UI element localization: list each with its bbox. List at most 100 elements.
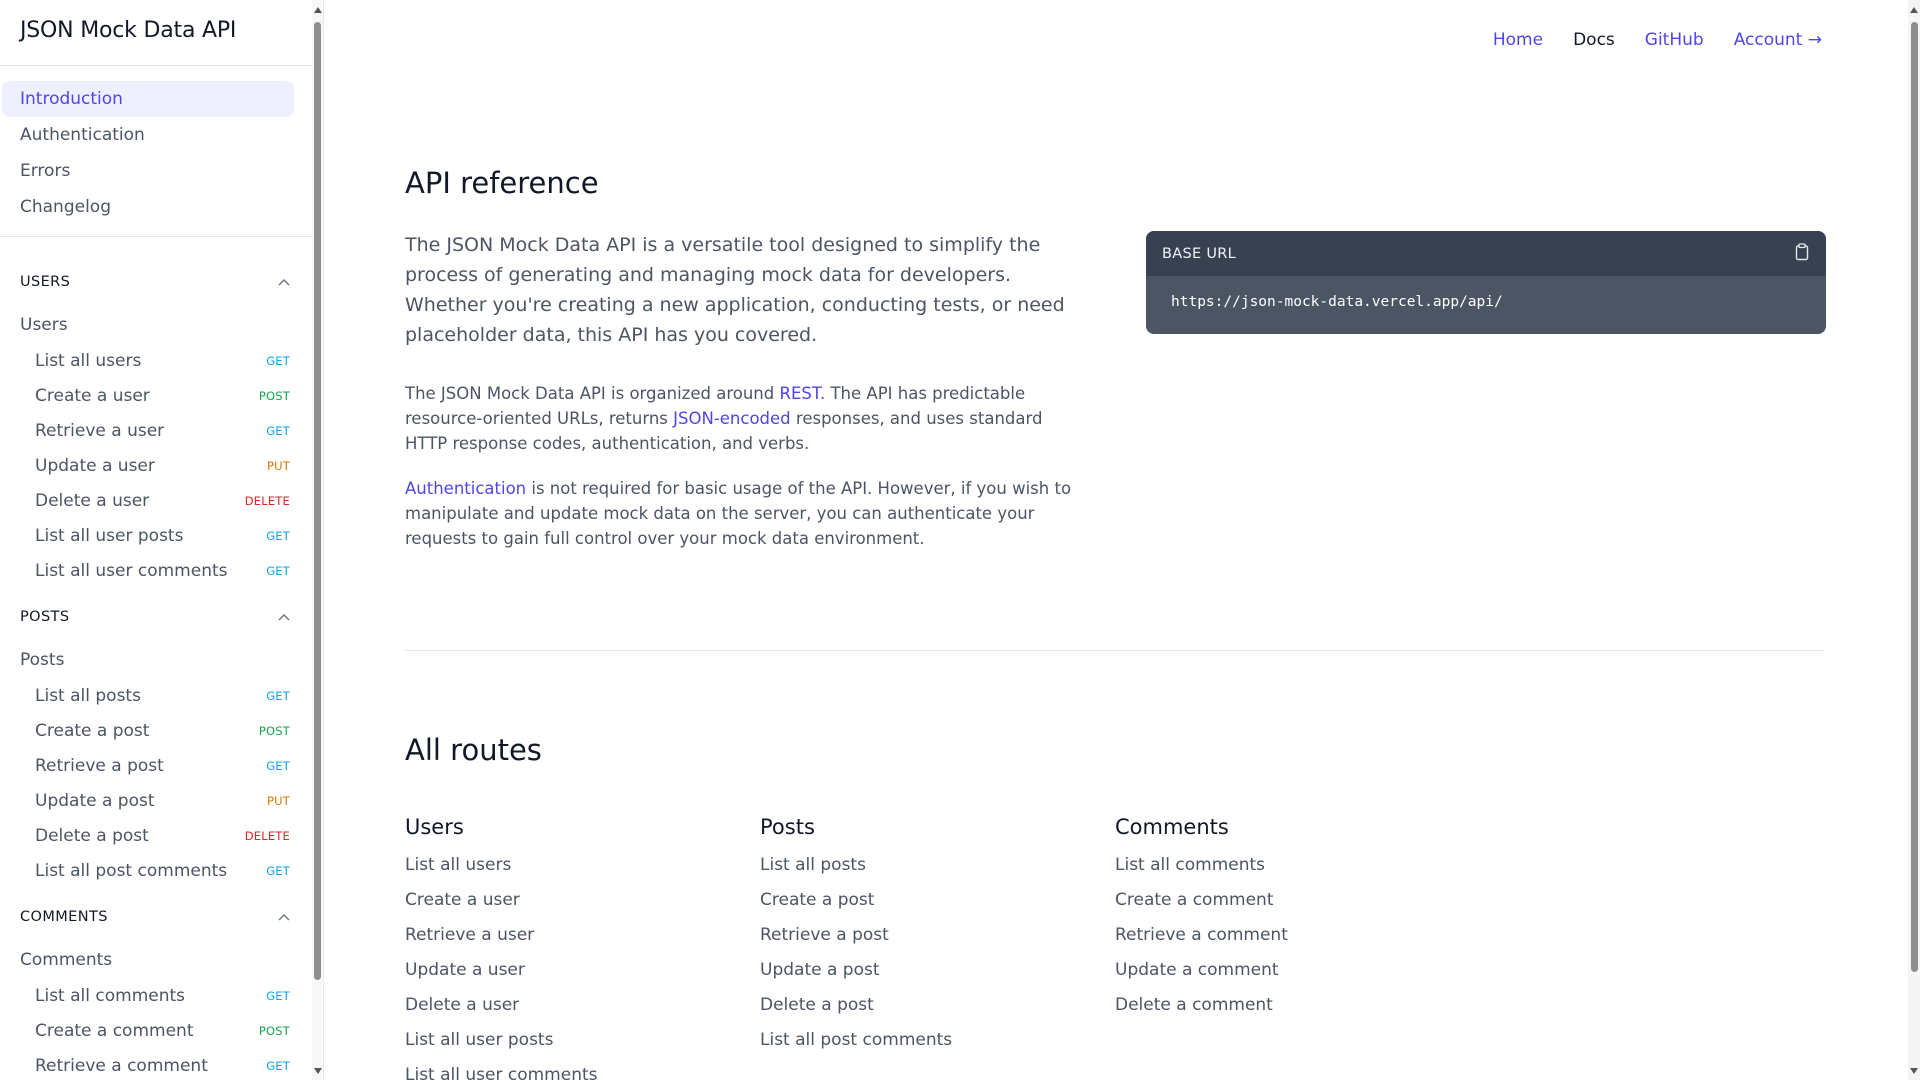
route-link[interactable]: Create a post <box>760 890 1090 925</box>
route-link[interactable]: Update a post <box>760 960 1090 995</box>
route-link[interactable]: Delete a post <box>760 995 1090 1030</box>
sidebar-route-list-users[interactable]: List all users GET <box>0 343 312 378</box>
route-link[interactable]: List all user comments <box>405 1065 735 1080</box>
route-label: Create a comment <box>35 1020 194 1041</box>
column-title: Users <box>405 815 464 839</box>
route-label: Delete a post <box>35 825 149 846</box>
sidebar-route-list-user-comments[interactable]: List all user comments GET <box>0 553 312 588</box>
route-link[interactable]: List all user posts <box>405 1030 735 1065</box>
route-link[interactable]: Retrieve a comment <box>1115 925 1445 960</box>
chevron-up-icon <box>278 911 290 923</box>
route-label: List all comments <box>35 985 186 1006</box>
column-title: Comments <box>1115 815 1229 839</box>
route-link[interactable]: Update a comment <box>1115 960 1445 995</box>
route-label: Retrieve a user <box>35 420 165 441</box>
section-group-label[interactable]: Posts <box>0 643 312 678</box>
sidebar-section-users: USERS Users List all users GET Create a u… <box>0 266 312 588</box>
route-link[interactable]: List all posts <box>760 855 1090 890</box>
route-link[interactable]: Retrieve a user <box>405 925 735 960</box>
sidebar-route-list-comments[interactable]: List all comments GET <box>0 978 312 1013</box>
sidebar-route-retrieve-user[interactable]: Retrieve a user GET <box>0 413 312 448</box>
route-label: Create a post <box>35 720 150 741</box>
auth-paragraph: Authentication is not required for basic… <box>405 476 1085 551</box>
sidebar-route-update-user[interactable]: Update a user PUT <box>0 448 312 483</box>
method-badge: GET <box>266 1058 290 1073</box>
route-label: List all post comments <box>35 860 228 881</box>
routes-column-comments: Comments List all comments Create a comm… <box>1115 815 1445 1030</box>
section-toggle-users[interactable]: USERS <box>0 266 312 298</box>
sidebar: JSON Mock Data API Introduction Authenti… <box>0 0 312 1080</box>
route-link[interactable]: Delete a comment <box>1115 995 1445 1030</box>
sidebar-item-authentication[interactable]: Authentication <box>0 117 294 153</box>
section-group-label[interactable]: Users <box>0 308 312 343</box>
sidebar-route-delete-post[interactable]: Delete a post DELETE <box>0 818 312 853</box>
method-badge: PUT <box>267 458 290 473</box>
route-label: Retrieve a comment <box>35 1055 208 1076</box>
sidebar-scrollbar[interactable] <box>312 0 323 1080</box>
method-badge: GET <box>266 988 290 1003</box>
authentication-link[interactable]: Authentication <box>405 479 526 498</box>
json-encoded-link[interactable]: JSON-encoded <box>673 409 791 428</box>
chevron-up-icon <box>278 276 290 288</box>
routes-column-users: Users List all users Create a user Retri… <box>405 815 735 1080</box>
rest-link[interactable]: REST <box>779 384 820 403</box>
sidebar-route-list-user-posts[interactable]: List all user posts GET <box>0 518 312 553</box>
sidebar-item-changelog[interactable]: Changelog <box>0 189 294 225</box>
section-group-label[interactable]: Comments <box>0 943 312 978</box>
method-badge: GET <box>266 863 290 878</box>
route-link[interactable]: List all comments <box>1115 855 1445 890</box>
base-url-header: BASE URL <box>1146 231 1826 276</box>
route-link[interactable]: Retrieve a post <box>760 925 1090 960</box>
method-badge: POST <box>258 723 290 738</box>
method-badge: DELETE <box>244 493 290 508</box>
method-badge: PUT <box>267 793 290 808</box>
divider <box>0 236 312 237</box>
route-link[interactable]: List all users <box>405 855 735 890</box>
method-badge: GET <box>266 423 290 438</box>
chevron-up-icon <box>278 611 290 623</box>
route-link[interactable]: Create a user <box>405 890 735 925</box>
sidebar-route-retrieve-post[interactable]: Retrieve a post GET <box>0 748 312 783</box>
scroll-down-arrow-icon[interactable] <box>314 1068 322 1074</box>
sidebar-route-retrieve-comment[interactable]: Retrieve a comment GET <box>0 1048 312 1080</box>
scroll-up-arrow-icon[interactable] <box>314 7 322 13</box>
app-title[interactable]: JSON Mock Data API <box>20 18 236 43</box>
sidebar-item-errors[interactable]: Errors <box>0 153 294 189</box>
method-badge: GET <box>266 528 290 543</box>
sidebar-route-create-user[interactable]: Create a user POST <box>0 378 312 413</box>
scrollbar-thumb[interactable] <box>1911 22 1918 972</box>
base-url-card: BASE URL https://json-mock-data.vercel.a… <box>1146 231 1826 334</box>
scrollbar-thumb[interactable] <box>314 22 321 980</box>
sidebar-item-introduction[interactable]: Introduction <box>2 81 294 117</box>
section-title: COMMENTS <box>20 909 108 925</box>
route-label: List all posts <box>35 685 141 706</box>
divider <box>0 65 312 66</box>
section-toggle-posts[interactable]: POSTS <box>0 601 312 633</box>
route-label: Create a user <box>35 385 150 406</box>
section-toggle-comments[interactable]: COMMENTS <box>0 901 312 933</box>
route-link[interactable]: Update a user <box>405 960 735 995</box>
sidebar-route-update-post[interactable]: Update a post PUT <box>0 783 312 818</box>
main-content: API reference The JSON Mock Data API is … <box>405 0 1826 1080</box>
clipboard-icon[interactable] <box>1794 242 1810 265</box>
sidebar-route-create-comment[interactable]: Create a comment POST <box>0 1013 312 1048</box>
sidebar-route-create-post[interactable]: Create a post POST <box>0 713 312 748</box>
route-link[interactable]: Create a comment <box>1115 890 1445 925</box>
section-divider <box>405 650 1825 651</box>
page-scrollbar[interactable] <box>1908 0 1920 1080</box>
sidebar-section-posts: POSTS Posts List all posts GET Create a p… <box>0 601 312 888</box>
route-label: List all user posts <box>35 525 184 546</box>
route-link[interactable]: Delete a user <box>405 995 735 1030</box>
method-badge: POST <box>258 388 290 403</box>
route-label: Delete a user <box>35 490 150 511</box>
route-link[interactable]: List all post comments <box>760 1030 1090 1065</box>
section-title: USERS <box>20 274 71 290</box>
sidebar-route-list-posts[interactable]: List all posts GET <box>0 678 312 713</box>
method-badge: DELETE <box>244 828 290 843</box>
route-label: Update a post <box>35 790 155 811</box>
scroll-down-arrow-icon[interactable] <box>1910 1068 1918 1074</box>
scroll-up-arrow-icon[interactable] <box>1910 7 1918 13</box>
sidebar-route-delete-user[interactable]: Delete a user DELETE <box>0 483 312 518</box>
sidebar-route-list-post-comments[interactable]: List all post comments GET <box>0 853 312 888</box>
base-url-value[interactable]: https://json-mock-data.vercel.app/api/ <box>1146 276 1826 310</box>
